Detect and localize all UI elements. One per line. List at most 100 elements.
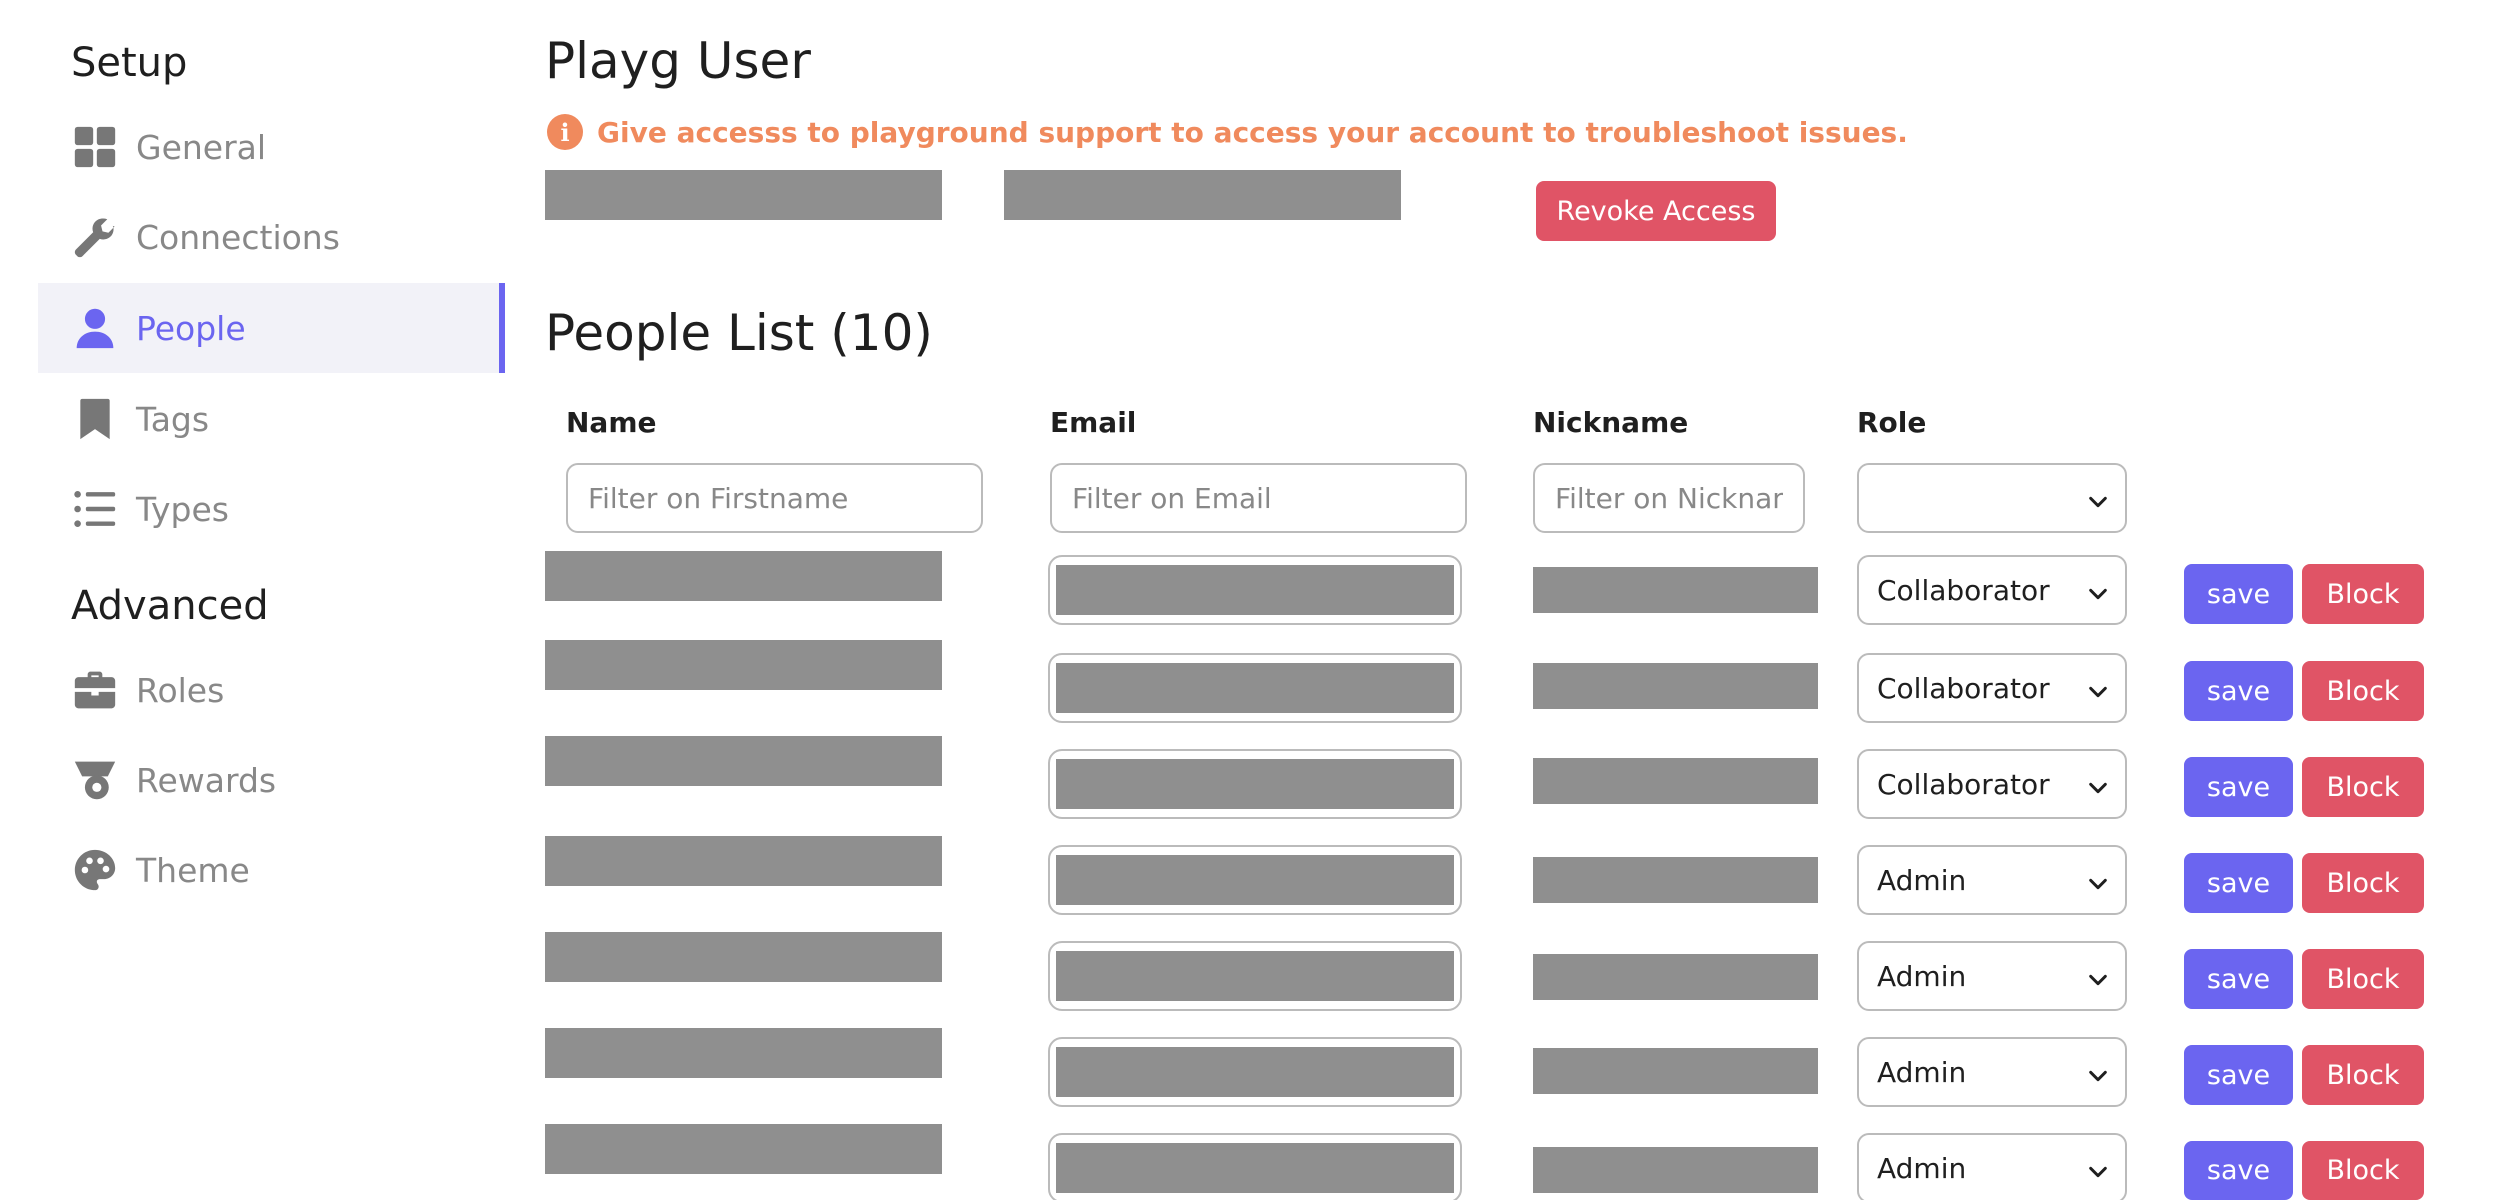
- chevron-down-icon: [2087, 1061, 2109, 1083]
- role-select[interactable]: Admin: [1857, 1037, 2127, 1107]
- redacted-user-email: [1004, 170, 1401, 220]
- redacted-nickname: [1533, 758, 1818, 804]
- section-title-setup: Setup: [71, 40, 188, 86]
- block-button[interactable]: Block: [2302, 1045, 2424, 1105]
- role-select[interactable]: Collaborator: [1857, 555, 2127, 625]
- block-button[interactable]: Block: [2302, 1141, 2424, 1200]
- column-header-nickname: Nickname: [1533, 406, 1689, 439]
- redacted-name: [545, 640, 942, 690]
- save-button[interactable]: save: [2184, 1141, 2293, 1200]
- palette-icon: [72, 847, 118, 893]
- role-select[interactable]: Admin: [1857, 941, 2127, 1011]
- chevron-down-icon: [2087, 487, 2109, 509]
- block-button[interactable]: Block: [2302, 564, 2424, 624]
- block-button[interactable]: Block: [2302, 949, 2424, 1009]
- sidebar-item-label: Tags: [136, 399, 210, 439]
- email-field[interactable]: [1048, 749, 1462, 819]
- sidebar-item-label: Rewards: [136, 760, 277, 800]
- grid-icon: [72, 124, 118, 170]
- redacted-nickname: [1533, 1147, 1818, 1193]
- sidebar-item-label: General: [136, 127, 267, 167]
- info-icon: i: [547, 114, 583, 150]
- sidebar-item-general[interactable]: General: [38, 102, 505, 192]
- info-text: Give accesss to playground support to ac…: [597, 115, 1908, 149]
- sidebar-item-theme[interactable]: Theme: [38, 825, 505, 915]
- role-value: Admin: [1877, 1151, 1967, 1185]
- redacted-name: [545, 736, 942, 786]
- save-button[interactable]: save: [2184, 853, 2293, 913]
- role-select[interactable]: Collaborator: [1857, 749, 2127, 819]
- chevron-down-icon: [2087, 579, 2109, 601]
- sidebar: Setup General Connections People Tags Ty…: [0, 0, 505, 1200]
- redacted-nickname: [1533, 663, 1818, 709]
- redacted-nickname: [1533, 954, 1818, 1000]
- email-field[interactable]: [1048, 1037, 1462, 1107]
- email-field[interactable]: [1048, 555, 1462, 625]
- sidebar-item-rewards[interactable]: Rewards: [38, 735, 505, 825]
- block-button[interactable]: Block: [2302, 853, 2424, 913]
- sidebar-item-label: Theme: [136, 850, 250, 890]
- redacted-name: [545, 836, 942, 886]
- person-icon: [72, 305, 118, 351]
- bookmark-icon: [72, 396, 118, 442]
- section-title-advanced: Advanced: [71, 583, 269, 629]
- chevron-down-icon: [2087, 1157, 2109, 1179]
- briefcase-icon: [72, 667, 118, 713]
- wrench-icon: [72, 214, 118, 260]
- sidebar-item-people[interactable]: People: [38, 283, 505, 373]
- role-select[interactable]: Admin: [1857, 845, 2127, 915]
- redacted-nickname: [1533, 857, 1818, 903]
- sidebar-item-connections[interactable]: Connections: [38, 192, 505, 282]
- column-header-name: Name: [566, 406, 657, 439]
- redacted-name: [545, 932, 942, 982]
- redacted-name: [545, 551, 942, 601]
- role-select[interactable]: Collaborator: [1857, 653, 2127, 723]
- email-field[interactable]: [1048, 1133, 1462, 1200]
- people-list-title: People List (10): [545, 304, 933, 362]
- sidebar-item-tags[interactable]: Tags: [38, 374, 505, 464]
- chevron-down-icon: [2087, 965, 2109, 987]
- email-field[interactable]: [1048, 653, 1462, 723]
- email-filter-input[interactable]: [1050, 463, 1467, 533]
- sidebar-item-label: People: [136, 308, 246, 348]
- column-header-role: Role: [1857, 406, 1927, 439]
- save-button[interactable]: save: [2184, 1045, 2293, 1105]
- nickname-filter-input[interactable]: [1533, 463, 1805, 533]
- block-button[interactable]: Block: [2302, 661, 2424, 721]
- sidebar-item-label: Roles: [136, 670, 225, 710]
- info-message: i Give accesss to playground support to …: [547, 114, 1908, 150]
- redacted-name: [545, 1124, 942, 1174]
- role-select[interactable]: Admin: [1857, 1133, 2127, 1200]
- chevron-down-icon: [2087, 869, 2109, 891]
- revoke-access-button[interactable]: Revoke Access: [1536, 181, 1776, 241]
- chevron-down-icon: [2087, 773, 2109, 795]
- list-icon: [72, 486, 118, 532]
- redacted-name: [545, 1028, 942, 1078]
- redacted-nickname: [1533, 567, 1818, 613]
- block-button[interactable]: Block: [2302, 757, 2424, 817]
- save-button[interactable]: save: [2184, 564, 2293, 624]
- sidebar-item-types[interactable]: Types: [38, 464, 505, 554]
- column-header-email: Email: [1050, 406, 1137, 439]
- save-button[interactable]: save: [2184, 757, 2293, 817]
- sidebar-item-roles[interactable]: Roles: [38, 645, 505, 735]
- role-value: Admin: [1877, 1055, 1967, 1089]
- role-value: Admin: [1877, 863, 1967, 897]
- role-value: Collaborator: [1877, 573, 2050, 607]
- sidebar-item-label: Connections: [136, 217, 340, 257]
- email-field[interactable]: [1048, 845, 1462, 915]
- save-button[interactable]: save: [2184, 661, 2293, 721]
- role-value: Collaborator: [1877, 767, 2050, 801]
- medal-icon: [72, 757, 118, 803]
- chevron-down-icon: [2087, 677, 2109, 699]
- role-value: Admin: [1877, 959, 1967, 993]
- name-filter-input[interactable]: [566, 463, 983, 533]
- role-filter-select[interactable]: [1857, 463, 2127, 533]
- save-button[interactable]: save: [2184, 949, 2293, 1009]
- sidebar-item-label: Types: [136, 489, 229, 529]
- email-field[interactable]: [1048, 941, 1462, 1011]
- redacted-nickname: [1533, 1048, 1818, 1094]
- redacted-user-name: [545, 170, 942, 220]
- page-title: Playg User: [545, 32, 811, 90]
- role-value: Collaborator: [1877, 671, 2050, 705]
